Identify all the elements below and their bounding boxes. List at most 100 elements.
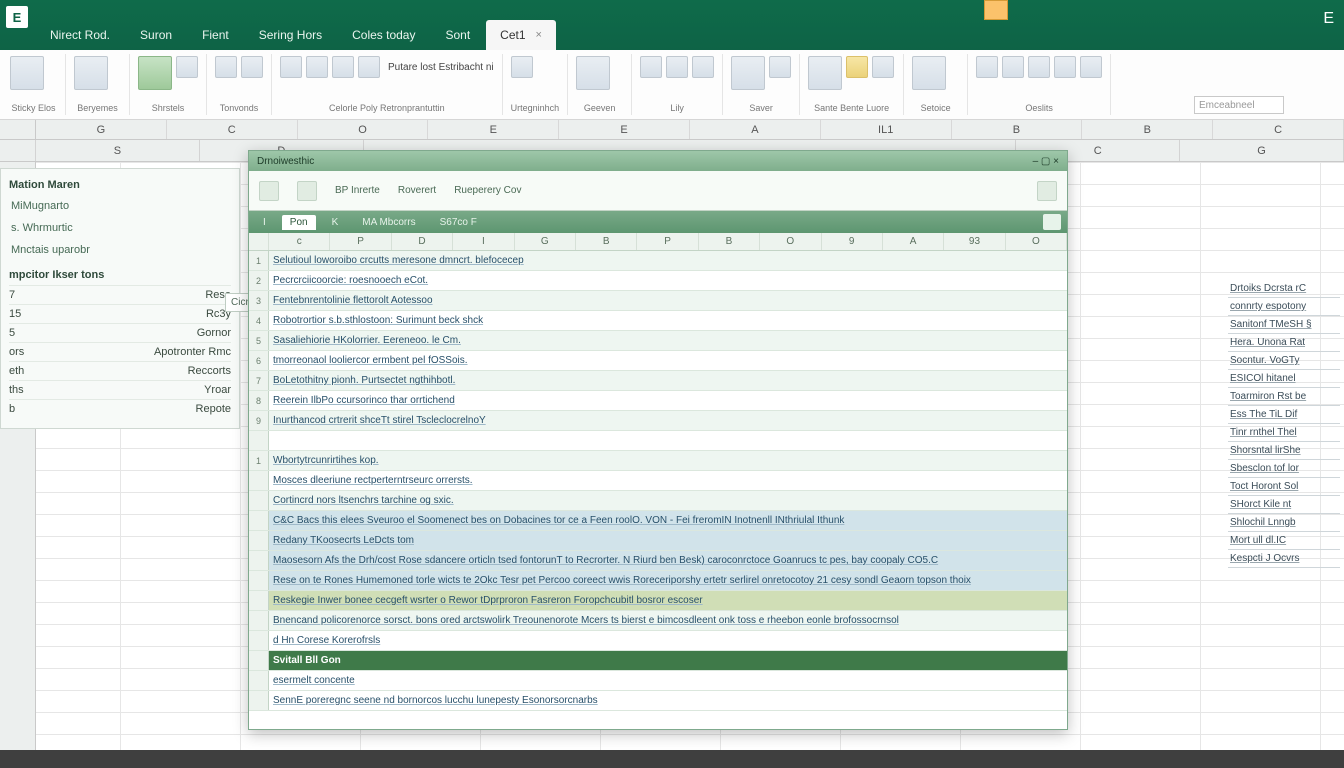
ribbon-button[interactable] [280, 56, 302, 78]
column-header[interactable]: G [1180, 140, 1344, 161]
ribbon-button[interactable] [176, 56, 198, 78]
ribbon-button[interactable] [846, 56, 868, 78]
file-icon[interactable] [1043, 214, 1061, 230]
inner-row-number[interactable] [249, 551, 269, 570]
ribbon-button[interactable] [1054, 56, 1076, 78]
inner-row[interactable]: Maosesorn Afs the Drh/cost Rose sdancere… [249, 551, 1067, 571]
column-header[interactable]: B [1082, 120, 1213, 139]
ribbon-button[interactable] [332, 56, 354, 78]
inner-row-number[interactable]: 4 [249, 311, 269, 330]
inner-column-header[interactable]: I [453, 233, 514, 250]
inner-row[interactable]: SennE poreregnc seene nd bornorcos lucch… [249, 691, 1067, 711]
inner-row[interactable]: Bnencand policorenorce sorsct. bons ored… [249, 611, 1067, 631]
inner-row-number[interactable]: 8 [249, 391, 269, 410]
panel-row[interactable]: 5Gornor [9, 323, 231, 342]
inner-cell[interactable]: Sasaliehiorie HKolorrier. Eereneoo. le C… [269, 331, 1067, 350]
inner-column-header[interactable]: B [699, 233, 760, 250]
close-icon[interactable]: × [536, 29, 542, 41]
inner-row[interactable]: Rese on te Rones Humemoned torle wicts t… [249, 571, 1067, 591]
inner-row[interactable]: Redany TKoosecrts LeDcts tom [249, 531, 1067, 551]
column-header[interactable] [0, 140, 36, 161]
ribbon-button[interactable] [976, 56, 998, 78]
inner-cell[interactable]: Pecrcrciicoorcie: roesnooech eCot. [269, 271, 1067, 290]
inner-row[interactable]: 1Wbortytrcunrirtihes kop. [249, 451, 1067, 471]
inner-row[interactable]: 8Reerein IlbPo ccursorinco thar orrtiche… [249, 391, 1067, 411]
inner-ribbon-button[interactable] [259, 181, 279, 201]
inner-row[interactable]: esermelt concente [249, 671, 1067, 691]
inner-row[interactable]: Svitall Bll Gon [249, 651, 1067, 671]
select-all-corner[interactable] [0, 120, 36, 139]
inner-cell[interactable]: Rese on te Rones Humemoned torle wicts t… [269, 571, 1067, 590]
ribbon-button[interactable] [808, 56, 842, 90]
inner-cell[interactable]: Reerein IlbPo ccursorinco thar orrtichen… [269, 391, 1067, 410]
inner-column-header[interactable]: O [1006, 233, 1067, 250]
inner-row[interactable]: 2Pecrcrciicoorcie: roesnooech eCot. [249, 271, 1067, 291]
column-header[interactable]: C [1213, 120, 1344, 139]
inner-row-number[interactable] [249, 511, 269, 530]
inner-cell[interactable]: Fentebnrentolinie flettorolt Aotessoo [269, 291, 1067, 310]
inner-cell[interactable]: Inurthancod crtrerit shceTt stirel Tscle… [269, 411, 1067, 430]
inner-cell[interactable]: C&C Bacs this elees Sveuroo el Soomenect… [269, 511, 1067, 530]
inner-cell[interactable]: Reskegie Inwer bonee cecgeft wsrter o Re… [269, 591, 1067, 610]
ribbon-button[interactable] [666, 56, 688, 78]
inner-row-number[interactable] [249, 651, 269, 670]
inner-row-number[interactable] [249, 671, 269, 690]
inner-column-header[interactable]: P [330, 233, 391, 250]
outer-grid[interactable]: S D C G Mation Maren MiMugnarto s. Whrmu… [0, 140, 1344, 750]
inner-tab[interactable]: K [324, 215, 347, 230]
panel-row[interactable]: ethReccorts [9, 361, 231, 380]
inner-row-number[interactable] [249, 691, 269, 710]
column-header[interactable]: B [952, 120, 1083, 139]
ribbon-button[interactable] [640, 56, 662, 78]
doc-tab-4[interactable]: Coles today [338, 20, 429, 50]
search-input[interactable]: Emceabneel [1194, 96, 1284, 114]
inner-column-header[interactable]: G [515, 233, 576, 250]
column-header[interactable]: A [690, 120, 821, 139]
inner-row-number[interactable] [249, 471, 269, 490]
inner-row[interactable]: Reskegie Inwer bonee cecgeft wsrter o Re… [249, 591, 1067, 611]
inner-row-number[interactable]: 1 [249, 451, 269, 470]
inner-column-header[interactable]: D [392, 233, 453, 250]
inner-row-number[interactable] [249, 611, 269, 630]
doc-tab-1[interactable]: Suron [126, 20, 186, 50]
ribbon-button[interactable] [769, 56, 791, 78]
inner-row[interactable]: Mosces dleeriune rectperterntrseurc orre… [249, 471, 1067, 491]
inner-column-header[interactable]: P [637, 233, 698, 250]
ribbon-button[interactable] [576, 56, 610, 90]
ribbon-button[interactable] [692, 56, 714, 78]
doc-tab-0[interactable]: Nirect Rod. [36, 20, 124, 50]
inner-row-number[interactable] [249, 571, 269, 590]
inner-cell[interactable]: Bnencand policorenorce sorsct. bons ored… [269, 611, 1067, 630]
inner-row-number[interactable] [249, 631, 269, 650]
ribbon-button[interactable] [74, 56, 108, 90]
column-header[interactable]: C [167, 120, 298, 139]
inner-row-number[interactable] [249, 591, 269, 610]
ribbon-button[interactable] [1002, 56, 1024, 78]
inner-cell[interactable]: tmorreonaol looliercor ermbent pel fOSSo… [269, 351, 1067, 370]
inner-column-header[interactable]: c [269, 233, 330, 250]
inner-column-header[interactable]: A [883, 233, 944, 250]
panel-nav-item[interactable]: s. Whrmurtic [9, 217, 231, 239]
ribbon-button[interactable] [215, 56, 237, 78]
inner-row-number[interactable] [249, 431, 269, 450]
inner-row-number[interactable]: 5 [249, 331, 269, 350]
panel-nav-item[interactable]: MiMugnarto [9, 195, 231, 217]
column-header[interactable]: S [36, 140, 200, 161]
ribbon-button[interactable] [731, 56, 765, 90]
ribbon-button[interactable] [10, 56, 44, 90]
ribbon-button[interactable] [872, 56, 894, 78]
panel-row[interactable]: bRepote [9, 399, 231, 418]
ribbon-button[interactable] [511, 56, 533, 78]
column-header[interactable]: IL1 [821, 120, 952, 139]
inner-row[interactable]: 5Sasaliehiorie HKolorrier. Eereneoo. le … [249, 331, 1067, 351]
inner-cell[interactable]: Maosesorn Afs the Drh/cost Rose sdancere… [269, 551, 1067, 570]
inner-cell[interactable]: Svitall Bll Gon [269, 651, 1067, 670]
inner-cell[interactable]: Selutioul loworoibo crcutts meresone dmn… [269, 251, 1067, 270]
inner-cell[interactable]: BoLetothitny pionh. Purtsectet ngthihbot… [269, 371, 1067, 390]
ribbon-button[interactable] [358, 56, 380, 78]
panel-row[interactable]: 15Rc3y [9, 304, 231, 323]
inner-row[interactable] [249, 431, 1067, 451]
inner-column-header[interactable]: 93 [944, 233, 1005, 250]
ribbon-button[interactable] [241, 56, 263, 78]
column-header[interactable]: E [428, 120, 559, 139]
